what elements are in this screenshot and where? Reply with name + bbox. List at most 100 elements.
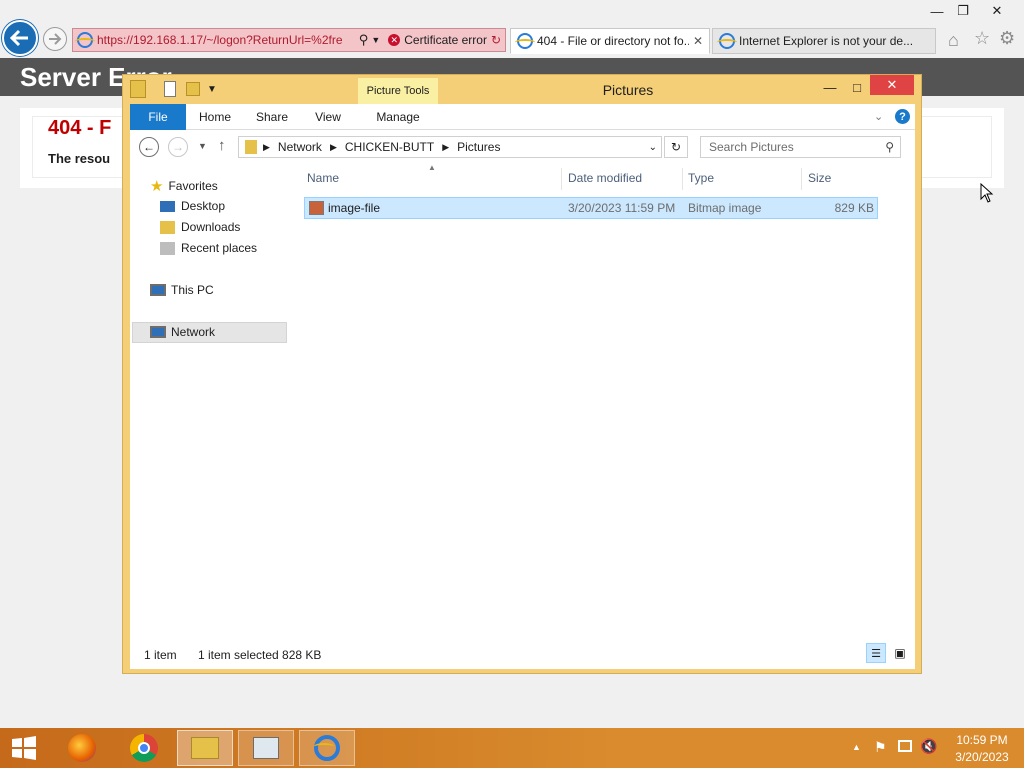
location-folder-icon [245,140,257,154]
sort-arrow-icon: ▲ [428,163,436,172]
volume-muted-icon[interactable]: 🔇 [920,738,937,755]
network-tray-icon[interactable] [898,740,912,752]
table-row[interactable]: image-file 3/20/2023 11:59 PM Bitmap ima… [304,197,878,219]
ie-tab-icon [515,33,535,49]
start-button[interactable] [0,730,48,766]
desktop-icon [160,200,175,212]
favorites-star-icon[interactable]: ☆ [974,28,990,49]
search-icon[interactable]: ⚲ [885,140,894,154]
column-divider [801,168,802,190]
column-divider [561,168,562,190]
file-date: 3/20/2023 11:59 PM [568,201,676,215]
item-count: 1 item [144,648,177,662]
bitmap-file-icon [309,201,324,215]
column-date-modified[interactable]: Date modified [568,171,642,185]
show-hidden-icons[interactable]: ▲ [852,742,861,752]
tab-label: Internet Explorer is not your de... [739,34,914,48]
sidebar-item-desktop[interactable]: Desktop [160,199,225,213]
computer-icon [150,284,166,296]
recent-places-icon [160,241,175,255]
maximize-button[interactable]: □ [845,78,869,96]
explorer-refresh-icon[interactable]: ↻ [664,136,688,158]
sidebar-item-this-pc[interactable]: This PC [150,283,214,297]
status-bar: 1 item 1 item selected 828 KB ☰ ▣ [130,640,915,670]
taskbar-resource-monitor[interactable] [238,730,294,766]
firefox-icon [68,734,96,762]
tab-404[interactable]: 404 - File or directory not fo... ✕ [510,28,710,54]
sidebar-item-downloads[interactable]: Downloads [160,220,240,234]
minimize-button[interactable]: — [818,78,842,96]
taskbar-firefox[interactable] [54,730,110,766]
sidebar-item-network[interactable]: Network [150,325,215,339]
certificate-error-label[interactable]: Certificate error [404,33,487,47]
search-icon[interactable]: ⚲ [359,32,369,48]
monitor-icon [253,737,279,759]
flag-icon[interactable]: ⚑ [874,739,887,756]
internet-explorer-icon [314,735,340,761]
breadcrumb-network[interactable]: Network [278,140,322,154]
breadcrumb-pictures[interactable]: Pictures [457,140,648,154]
breadcrumb-computer[interactable]: CHICKEN-BUTT [345,140,434,154]
picture-tools-label: Picture Tools [358,78,438,104]
help-icon[interactable]: ? [895,109,910,124]
star-icon: ★ [150,178,164,195]
column-type[interactable]: Type [688,171,714,185]
clock-date[interactable]: 3/20/2023 [950,750,1014,764]
file-explorer-icon [191,737,219,759]
explorer-address-bar[interactable]: ▶ Network ▶ CHICKEN-BUTT ▶ Pictures ⌄ [238,136,662,158]
tab-ie-default[interactable]: Internet Explorer is not your de... [712,28,936,54]
column-name[interactable]: Name [307,171,339,185]
selection-info: 1 item selected 828 KB [198,648,322,662]
forward-arrow-icon [49,33,62,45]
sidebar-item-recent-places[interactable]: Recent places [160,241,257,255]
error-text: The resou [48,151,111,166]
column-size[interactable]: Size [808,171,831,185]
clock-time[interactable]: 10:59 PM [950,733,1014,747]
browser-restore-button[interactable]: ❐ [952,2,974,20]
file-name: image-file [328,201,381,215]
refresh-icon[interactable]: ↻ [491,33,501,47]
explorer-back-button[interactable]: ← [139,137,159,157]
search-placeholder: Search Pictures [709,140,794,154]
tab-file[interactable]: File [130,104,186,130]
tab-home[interactable]: Home [190,104,240,130]
folder-icon [130,80,146,98]
tab-share[interactable]: Share [248,104,296,130]
up-arrow-icon[interactable]: ↑ [218,137,226,154]
sidebar-favorites[interactable]: ★ Favorites [150,177,218,195]
large-icons-view-icon[interactable]: ▣ [890,643,910,663]
explorer-body [130,104,915,669]
details-view-icon[interactable]: ☰ [866,643,886,663]
properties-icon[interactable] [164,81,176,97]
browser-close-button[interactable]: ✕ [986,2,1008,20]
recent-locations-icon[interactable]: ▼ [198,141,207,151]
ie-tab-icon [717,33,737,49]
taskbar-file-explorer[interactable] [177,730,233,766]
close-button[interactable]: ✕ [870,75,914,95]
chevron-right-icon: ▶ [442,141,450,152]
windows-logo-icon [12,736,36,760]
tab-manage[interactable]: Manage [364,104,432,130]
close-tab-icon[interactable]: ✕ [693,34,703,48]
tab-view[interactable]: View [306,104,350,130]
dropdown-icon[interactable]: ▼ [371,35,380,45]
address-url[interactable]: https://192.168.1.17/~/logon?ReturnUrl=%… [97,33,356,47]
new-folder-icon[interactable] [186,82,200,96]
home-icon[interactable]: ⌂ [948,30,959,51]
forward-button[interactable] [43,27,67,51]
column-divider [682,168,683,190]
file-type: Bitmap image [688,201,762,215]
taskbar-chrome[interactable] [116,730,172,766]
ribbon-expand-icon[interactable]: ⌄ [874,110,883,123]
browser-minimize-button[interactable]: — [926,2,948,20]
gear-icon[interactable]: ⚙ [999,28,1015,49]
chevron-right-icon: ▶ [329,141,337,152]
explorer-forward-button[interactable]: → [168,137,188,157]
certificate-error-icon[interactable]: ✕ [388,34,401,46]
back-button[interactable] [2,20,38,56]
quick-access-dropdown-icon[interactable]: ▼ [207,84,217,95]
search-box[interactable]: Search Pictures ⚲ [700,136,901,158]
taskbar-internet-explorer[interactable] [299,730,355,766]
address-bar[interactable]: https://192.168.1.17/~/logon?ReturnUrl=%… [72,28,506,52]
address-dropdown-icon[interactable]: ⌄ [649,142,657,153]
